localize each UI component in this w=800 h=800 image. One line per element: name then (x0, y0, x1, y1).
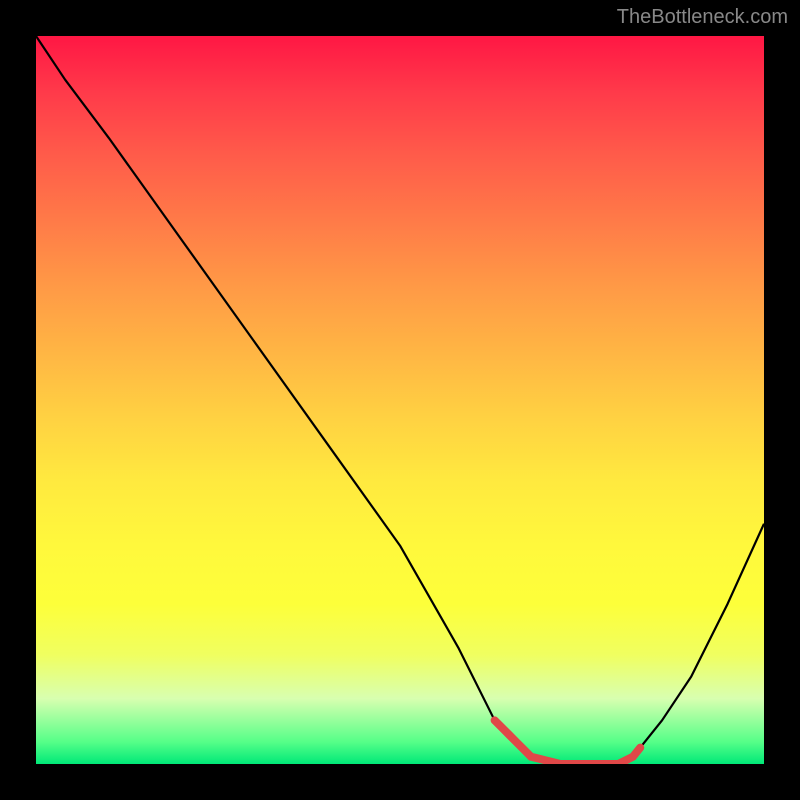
flat-segment-highlight (495, 720, 641, 764)
curve-svg (36, 36, 764, 764)
watermark-text: TheBottleneck.com (617, 6, 788, 29)
plot-area (36, 36, 764, 764)
bottleneck-curve-path (36, 36, 764, 764)
